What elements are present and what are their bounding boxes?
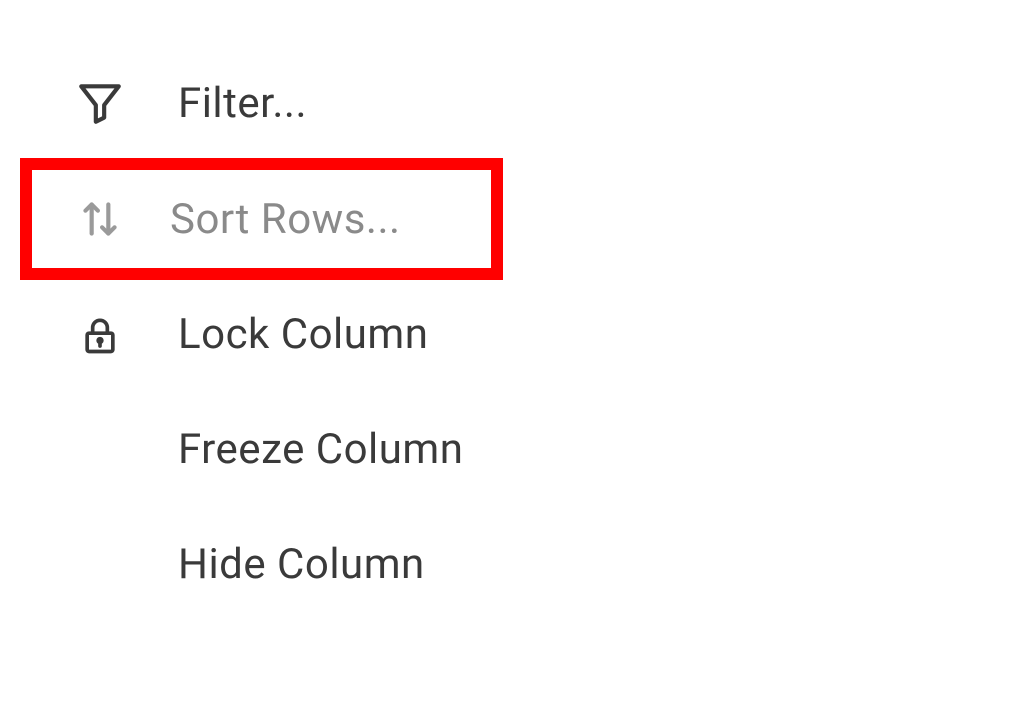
- lock-icon: [70, 313, 130, 357]
- context-menu: Filter... Sort Rows... Lock Column Freez…: [20, 60, 503, 607]
- menu-item-label: Lock Column: [178, 310, 428, 359]
- sort-icon: [70, 194, 130, 244]
- menu-item-sort-rows[interactable]: Sort Rows...: [20, 158, 503, 280]
- menu-item-label: Filter...: [178, 79, 307, 128]
- menu-item-lock-column[interactable]: Lock Column: [20, 292, 503, 377]
- menu-item-filter[interactable]: Filter...: [20, 60, 503, 146]
- menu-item-label: Hide Column: [178, 540, 425, 589]
- menu-item-label: Freeze Column: [178, 425, 463, 474]
- menu-item-label: Sort Rows...: [170, 195, 401, 244]
- menu-item-freeze-column[interactable]: Freeze Column: [20, 407, 503, 492]
- funnel-icon: [70, 78, 130, 128]
- menu-item-hide-column[interactable]: Hide Column: [20, 522, 503, 607]
